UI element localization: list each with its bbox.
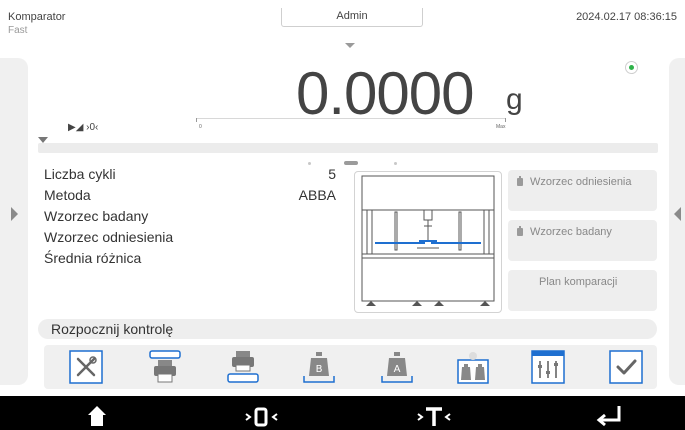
enter-icon[interactable] [593, 396, 627, 430]
toolbar [44, 345, 657, 389]
chevron-left-icon[interactable] [674, 207, 681, 221]
user-tab[interactable]: Admin [281, 8, 423, 27]
comparison-plan-button[interactable]: Plan komparacji [508, 270, 657, 311]
weight-icon [517, 226, 523, 236]
info-label-test-standard: Wzorzec badany [44, 208, 149, 224]
zero-icon[interactable] [242, 396, 282, 430]
info-label-avg-difference: Średnia różnica [44, 250, 142, 266]
info-label-cycles: Liczba cykli [44, 166, 116, 182]
comparator-diagram [354, 171, 502, 313]
page-dot-active[interactable] [344, 161, 358, 165]
status-indicator-icon [625, 61, 638, 74]
range-bar [196, 118, 506, 126]
page-dot[interactable] [308, 162, 311, 165]
mode-label: Fast [8, 25, 28, 36]
test-standard-label: Wzorzec badany [530, 226, 612, 238]
test-standard-button[interactable]: Wzorzec badany [508, 220, 657, 261]
app-title: Komparator [8, 11, 66, 23]
weight-b-icon[interactable]: B [302, 350, 336, 384]
info-value-method: ABBA [298, 187, 336, 203]
confirm-check-icon[interactable] [609, 350, 643, 384]
range-max-label: Max [496, 124, 506, 130]
svg-text:B: B [316, 364, 323, 375]
reference-standard-button[interactable]: Wzorzec odniesienia [508, 170, 657, 211]
start-control-label: Rozpocznij kontrolę [51, 321, 174, 337]
reference-standard-label: Wzorzec odniesienia [530, 176, 632, 188]
expand-down-icon[interactable] [345, 43, 355, 48]
info-label-reference-standard: Wzorzec odniesienia [44, 229, 174, 245]
range-min-label: 0 [199, 124, 202, 130]
chevron-right-icon[interactable] [11, 207, 18, 221]
stability-indicator: ▶◢ ›0‹ [68, 122, 99, 133]
printer-footer-icon[interactable] [226, 350, 260, 384]
weight-icon [517, 176, 523, 186]
weights-ab-icon[interactable] [456, 350, 490, 384]
divider-strip [38, 143, 658, 153]
tare-icon[interactable] [414, 396, 454, 430]
weight-a-icon[interactable]: A [380, 350, 414, 384]
tools-icon[interactable] [69, 350, 103, 384]
weight-unit[interactable]: g [506, 83, 523, 117]
home-icon[interactable] [86, 396, 108, 430]
svg-text:A: A [394, 364, 401, 375]
calendar-settings-icon[interactable] [531, 350, 565, 384]
info-label-method: Metoda [44, 187, 91, 203]
info-value-cycles: 5 [328, 166, 336, 182]
comparison-plan-label: Plan komparacji [539, 276, 618, 288]
printer-header-icon[interactable] [148, 350, 182, 384]
datetime: 2024.02.17 08:36:15 [576, 11, 677, 23]
left-panel-handle[interactable] [0, 58, 28, 385]
right-panel-handle[interactable] [669, 58, 685, 385]
page-dot[interactable] [394, 162, 397, 165]
